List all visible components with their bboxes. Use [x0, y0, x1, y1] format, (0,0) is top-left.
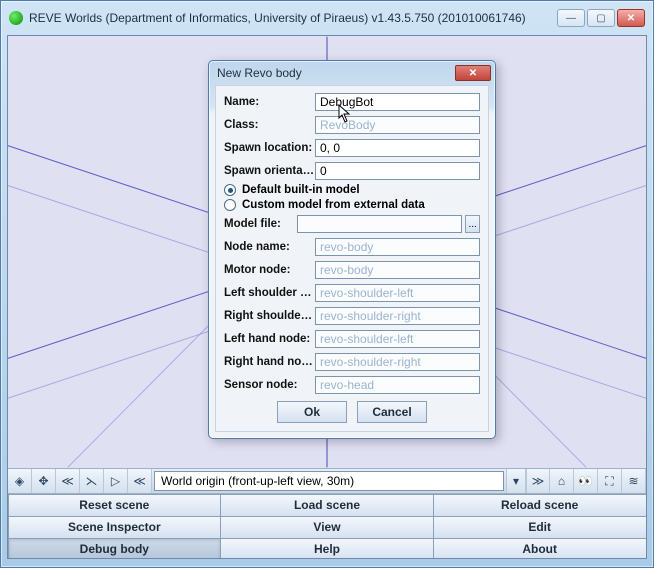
- play-icon[interactable]: ▷: [104, 469, 128, 493]
- nav-toolbar: ◈ ✥ ≪ ⋋ ▷ ≪ ▾ ≫ ⌂ 👀 ⛶ ≋: [8, 468, 646, 494]
- motor-node-field: [315, 261, 480, 279]
- debug-body-button[interactable]: Debug body: [8, 538, 222, 560]
- radio-custom-model[interactable]: Custom model from external data: [224, 199, 480, 211]
- left-hand-field: [315, 330, 480, 348]
- app-icon: [9, 11, 23, 25]
- spawn-location-label: Spawn location:: [224, 142, 315, 154]
- new-revo-body-dialog: New Revo body ✕ Name: Class: Spawn locat…: [208, 60, 496, 439]
- view-button[interactable]: View: [220, 516, 434, 539]
- main-window: REVE Worlds (Department of Informatics, …: [0, 0, 654, 568]
- load-scene-button[interactable]: Load scene: [220, 494, 434, 517]
- minimize-button[interactable]: —: [557, 9, 585, 27]
- node-name-label: Node name:: [224, 241, 315, 253]
- binoculars-icon[interactable]: 👀: [574, 469, 598, 493]
- right-shoulder-label: Right shoulder n...: [224, 310, 315, 322]
- back-icon[interactable]: ≪: [56, 469, 80, 493]
- model-file-field: [297, 215, 462, 233]
- move-icon[interactable]: ✥: [32, 469, 56, 493]
- motor-node-label: Motor node:: [224, 264, 315, 276]
- radio-custom-dot[interactable]: [224, 199, 236, 211]
- model-file-label: Model file:: [224, 218, 297, 230]
- name-label: Name:: [224, 96, 315, 108]
- window-title: REVE Worlds (Department of Informatics, …: [29, 11, 557, 25]
- left-hand-label: Left hand node:: [224, 333, 315, 345]
- dialog-title: New Revo body: [217, 66, 455, 80]
- help-button[interactable]: Help: [220, 538, 434, 560]
- right-hand-label: Right hand node:: [224, 356, 315, 368]
- left-shoulder-label: Left shoulder no...: [224, 287, 315, 299]
- sensor-node-field: [315, 376, 480, 394]
- close-button[interactable]: ✕: [617, 9, 645, 27]
- radio-custom-label: Custom model from external data: [242, 199, 425, 211]
- reset-scene-button[interactable]: Reset scene: [8, 494, 222, 517]
- next-icon[interactable]: ≫: [526, 469, 550, 493]
- radio-default-dot[interactable]: [224, 184, 236, 196]
- button-grid: Reset scene Load scene Reload scene Scen…: [8, 494, 646, 559]
- about-button[interactable]: About: [433, 538, 647, 560]
- prev-icon[interactable]: ≪: [128, 469, 152, 493]
- maximize-button[interactable]: ▢: [587, 9, 615, 27]
- right-hand-field: [315, 353, 480, 371]
- ok-button[interactable]: Ok: [277, 401, 347, 423]
- home-icon[interactable]: ⌂: [550, 469, 574, 493]
- spawn-orientation-field[interactable]: [315, 162, 480, 180]
- dialog-body: Name: Class: Spawn location: Spawn orien…: [215, 85, 489, 432]
- radio-default-model[interactable]: Default built-in model: [224, 184, 480, 196]
- browse-button[interactable]: ...: [465, 215, 480, 233]
- layers-icon[interactable]: ≋: [622, 469, 646, 493]
- node-name-field: [315, 238, 480, 256]
- scene-inspector-button[interactable]: Scene Inspector: [8, 516, 222, 539]
- walk-icon[interactable]: ⋋: [80, 469, 104, 493]
- titlebar[interactable]: REVE Worlds (Department of Informatics, …: [7, 7, 647, 29]
- cancel-button[interactable]: Cancel: [357, 401, 427, 423]
- right-shoulder-field: [315, 307, 480, 325]
- dialog-close-button[interactable]: ✕: [455, 65, 491, 81]
- expand-icon[interactable]: ⛶: [598, 469, 622, 493]
- view-dropdown-icon[interactable]: ▾: [506, 469, 526, 493]
- class-field: [315, 116, 480, 134]
- radio-default-label: Default built-in model: [242, 184, 360, 196]
- sensor-node-label: Sensor node:: [224, 379, 315, 391]
- spawn-orientation-label: Spawn orientation:: [224, 165, 315, 177]
- client-area: ◈ ✥ ≪ ⋋ ▷ ≪ ▾ ≫ ⌂ 👀 ⛶ ≋ Reset scene Load…: [7, 35, 647, 559]
- spawn-location-field[interactable]: [315, 139, 480, 157]
- dialog-titlebar[interactable]: New Revo body ✕: [209, 61, 495, 85]
- view-description-input[interactable]: [154, 471, 504, 491]
- class-label: Class:: [224, 119, 315, 131]
- left-shoulder-field: [315, 284, 480, 302]
- name-field[interactable]: [315, 93, 480, 111]
- target-icon[interactable]: ◈: [8, 469, 32, 493]
- edit-button[interactable]: Edit: [433, 516, 647, 539]
- reload-scene-button[interactable]: Reload scene: [433, 494, 647, 517]
